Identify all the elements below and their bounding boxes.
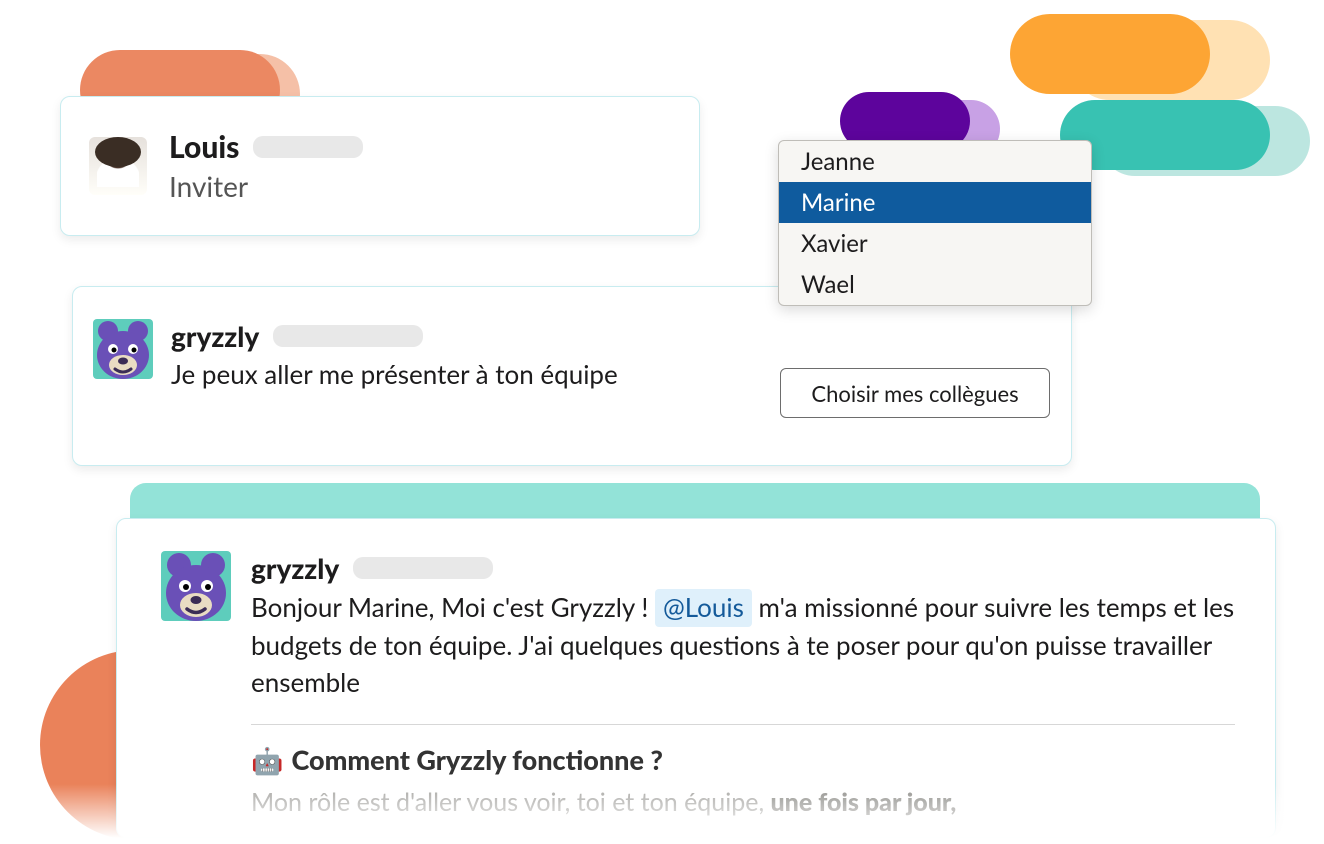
- bot-onboarding-text: Bonjour Marine, Moi c'est Gryzzly ! @Lou…: [251, 589, 1235, 702]
- bot-avatar-icon: [93, 319, 153, 379]
- colleague-option[interactable]: Xavier: [779, 223, 1091, 264]
- desc-text: Mon rôle est d'aller vous voir, toi et t…: [251, 787, 771, 817]
- placeholder-chip: [353, 557, 493, 579]
- how-description: Mon rôle est d'aller vous voir, toi et t…: [251, 787, 1235, 817]
- bot-message-text: Je peux aller me présenter à ton équipe: [171, 357, 618, 392]
- colleague-dropdown[interactable]: JeanneMarineXavierWael: [778, 140, 1092, 306]
- user-mention[interactable]: @Louis: [655, 589, 752, 627]
- bot-name: gryzzly: [251, 551, 339, 585]
- placeholder-chip: [253, 136, 363, 158]
- desc-strong: une fois par jour,: [771, 787, 957, 817]
- colleague-option[interactable]: Wael: [779, 264, 1091, 305]
- choose-colleagues-button[interactable]: Choisir mes collègues: [780, 368, 1050, 418]
- colleague-option[interactable]: Marine: [779, 182, 1091, 223]
- user-avatar: [89, 137, 147, 195]
- how-title-text: Comment Gryzzly fonctionne ?: [291, 743, 662, 776]
- user-name: Louis: [169, 129, 239, 165]
- placeholder-chip: [273, 325, 423, 347]
- user-subtext: Inviter: [169, 169, 363, 203]
- bot-onboarding-card: gryzzly Bonjour Marine, Moi c'est Gryzzl…: [116, 518, 1276, 838]
- bot-name: gryzzly: [171, 319, 259, 353]
- separator: [251, 724, 1235, 725]
- decor-pill: [1010, 14, 1210, 94]
- user-invite-card: Louis Inviter: [60, 96, 700, 236]
- robot-icon: 🤖: [251, 744, 283, 776]
- intro-text: Bonjour Marine, Moi c'est Gryzzly !: [251, 591, 655, 623]
- colleague-option[interactable]: Jeanne: [779, 141, 1091, 182]
- bot-avatar-icon: [161, 551, 231, 621]
- how-it-works-heading: 🤖 Comment Gryzzly fonctionne ?: [251, 743, 1235, 777]
